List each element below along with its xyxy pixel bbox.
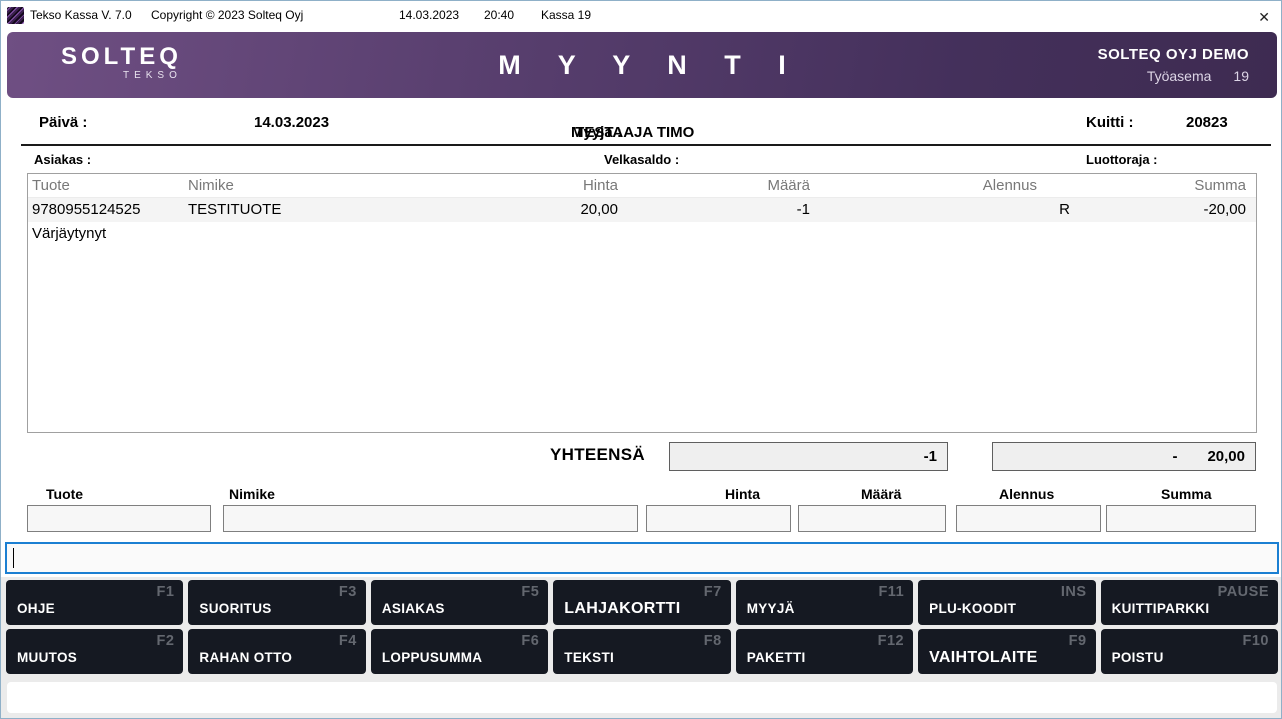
receipt-label: Kuitti :	[1086, 114, 1133, 131]
cell-maara: -1	[618, 198, 810, 222]
col-header-hinta: Hinta	[468, 174, 618, 198]
fkey-label: F2	[157, 633, 175, 649]
workstation-info: Työasema 19	[1098, 68, 1249, 84]
titlebar-date: 14.03.2023	[399, 8, 459, 22]
table-row[interactable]: 9780955124525 TESTITUOTE 20,00 -1 R -20,…	[28, 198, 1256, 222]
plu-koodit-button[interactable]: PLU-KOODITINS	[918, 580, 1095, 625]
customer-info-row: Asiakas : Velkasaldo : Luottoraja :	[1, 148, 1281, 172]
muutos-button[interactable]: MUUTOSF2	[6, 629, 183, 674]
app-title: Tekso Kassa V. 7.0	[30, 8, 132, 22]
table-row-extra-line[interactable]: Värjäytynyt	[28, 222, 1256, 246]
seller-value: TESTAAJA TIMO	[575, 124, 694, 141]
cell-tuote: 9780955124525	[28, 198, 188, 222]
fkey-label: F1	[157, 584, 175, 600]
table-header-row: Tuote Nimike Hinta Määrä Alennus Summa	[28, 174, 1256, 198]
fkey-label: F12	[878, 633, 905, 649]
entry-label-alennus: Alennus	[999, 486, 1054, 502]
workstation-label: Työasema	[1147, 68, 1212, 84]
entry-label-summa: Summa	[1161, 486, 1212, 502]
entry-label-maara: Määrä	[861, 486, 901, 502]
text-caret	[13, 548, 14, 568]
fkey-label: F8	[704, 633, 722, 649]
credit-label: Luottoraja :	[1086, 152, 1158, 167]
ohje-button[interactable]: OHJEF1	[6, 580, 183, 625]
date-value: 14.03.2023	[254, 114, 329, 131]
company-name: SOLTEQ OYJ DEMO	[1098, 46, 1249, 63]
col-header-tuote: Tuote	[28, 174, 188, 198]
app-window: Tekso Kassa V. 7.0 Copyright © 2023 Solt…	[0, 0, 1282, 719]
suoritus-button[interactable]: SUORITUSF3	[188, 580, 365, 625]
summa-input[interactable]	[1106, 505, 1256, 532]
page-title: M Y Y N T I	[7, 50, 1277, 81]
cell-summa: -20,00	[1072, 198, 1256, 222]
cell-hinta: 20,00	[468, 198, 618, 222]
title-bar: Tekso Kassa V. 7.0 Copyright © 2023 Solt…	[1, 1, 1281, 30]
rahan-otto-button[interactable]: RAHAN OTTOF4	[188, 629, 365, 674]
function-keypad: OHJEF1 SUORITUSF3 ASIAKASF5 LAHJAKORTTIF…	[1, 577, 1281, 719]
maara-input[interactable]	[798, 505, 946, 532]
entry-label-tuote: Tuote	[46, 486, 83, 502]
col-header-summa: Summa	[1072, 174, 1256, 198]
fkey-label: F6	[521, 633, 539, 649]
nimike-input[interactable]	[223, 505, 638, 532]
vaihtolaite-button[interactable]: VAIHTOLAITEF9	[918, 629, 1095, 674]
register-id: Kassa 19	[541, 8, 591, 22]
customer-label: Asiakas :	[34, 152, 91, 167]
paketti-button[interactable]: PAKETTIF12	[736, 629, 913, 674]
header-right: SOLTEQ OYJ DEMO Työasema 19	[1098, 46, 1249, 84]
lahjakortti-button[interactable]: LAHJAKORTTIF7	[553, 580, 730, 625]
cell-alennus: R	[810, 198, 1072, 222]
fkey-label: INS	[1061, 584, 1087, 600]
col-header-maara: Määrä	[618, 174, 810, 198]
fkey-label: F3	[339, 584, 357, 600]
entry-label-nimike: Nimike	[229, 486, 275, 502]
tuote-input[interactable]	[27, 505, 211, 532]
titlebar-time: 20:40	[484, 8, 514, 22]
total-sum-sign: -	[1172, 448, 1177, 465]
status-strip	[7, 682, 1277, 713]
receipt-number: 20823	[1186, 114, 1228, 131]
app-icon	[7, 7, 24, 24]
total-quantity-value: -1	[924, 448, 937, 465]
loppusumma-button[interactable]: LOPPUSUMMAF6	[371, 629, 548, 674]
alennus-input[interactable]	[956, 505, 1101, 532]
entry-label-hinta: Hinta	[725, 486, 760, 502]
date-label: Päivä :	[39, 114, 87, 131]
fkey-label: F7	[704, 584, 722, 600]
col-header-nimike: Nimike	[188, 174, 468, 198]
totals-label: YHTEENSÄ	[550, 445, 645, 465]
total-sum-box: - 20,00	[992, 442, 1256, 471]
sale-info-row: Päivä : 14.03.2023 Myyjä : TESTAAJA TIMO…	[1, 104, 1281, 144]
hinta-input[interactable]	[646, 505, 791, 532]
workstation-number: 19	[1233, 68, 1249, 84]
myyja-button[interactable]: MYYJÄF11	[736, 580, 913, 625]
keypad-grid: OHJEF1 SUORITUSF3 ASIAKASF5 LAHJAKORTTIF…	[6, 580, 1278, 674]
cell-nimike: TESTITUOTE	[188, 198, 468, 222]
fkey-label: F10	[1243, 633, 1270, 649]
command-input[interactable]	[5, 542, 1279, 574]
fkey-label: F5	[521, 584, 539, 600]
fkey-label: F11	[878, 584, 904, 600]
poistu-button[interactable]: POISTUF10	[1101, 629, 1278, 674]
debt-label: Velkasaldo :	[604, 152, 679, 167]
total-sum-value: 20,00	[1207, 448, 1245, 465]
sale-lines-table: Tuote Nimike Hinta Määrä Alennus Summa 9…	[27, 173, 1257, 433]
close-icon[interactable]: ✕	[1258, 8, 1270, 26]
fkey-label: F4	[339, 633, 357, 649]
app-header: SOLTEQ TEKSO M Y Y N T I SOLTEQ OYJ DEMO…	[7, 32, 1277, 98]
total-quantity-box: -1	[669, 442, 948, 471]
totals-row: YHTEENSÄ -1 - 20,00	[1, 441, 1281, 473]
teksti-button[interactable]: TEKSTIF8	[553, 629, 730, 674]
divider-line	[21, 144, 1271, 146]
fkey-label: PAUSE	[1218, 584, 1269, 600]
seller-info: Myyjä : TESTAAJA TIMO	[571, 114, 575, 131]
command-line-wrap	[5, 542, 1279, 574]
kuittiparkki-button[interactable]: KUITTIPARKKIPAUSE	[1101, 580, 1278, 625]
entry-section: Tuote Nimike Hinta Määrä Alennus Summa	[1, 484, 1281, 539]
col-header-alennus: Alennus	[810, 174, 1072, 198]
asiakas-button[interactable]: ASIAKASF5	[371, 580, 548, 625]
copyright-text: Copyright © 2023 Solteq Oyj	[151, 8, 303, 22]
fkey-label: F9	[1069, 633, 1087, 649]
